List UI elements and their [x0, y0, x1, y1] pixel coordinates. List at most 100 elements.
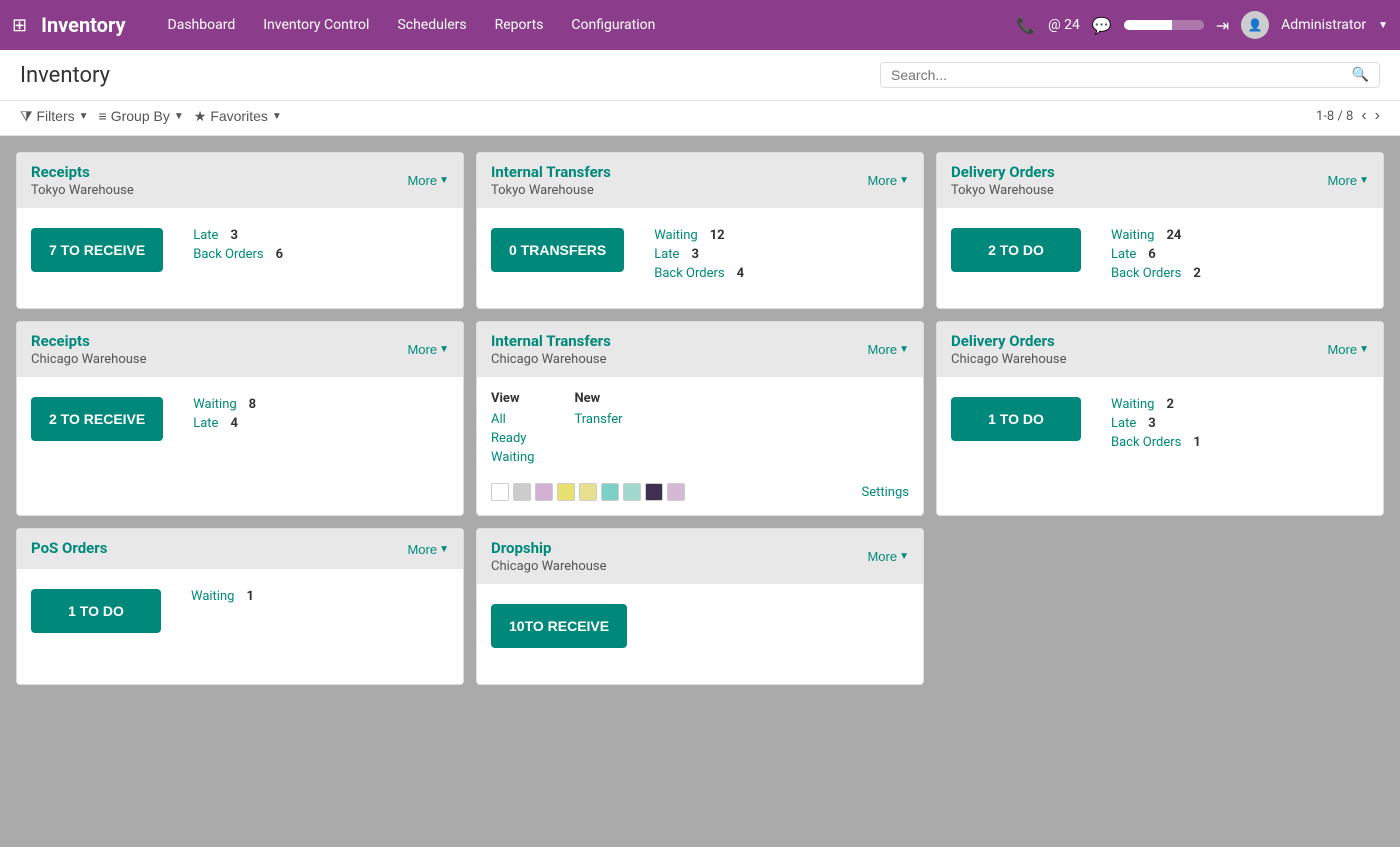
stat-value-late: 3 [1148, 416, 1155, 431]
swatch-5[interactable] [579, 483, 597, 501]
more-button-receipts-tokyo[interactable]: More ▼ [407, 173, 449, 188]
card-title: Delivery Orders [951, 163, 1055, 181]
dropdown-link-waiting[interactable]: Waiting [491, 450, 534, 465]
stat-label-late[interactable]: Late [1111, 247, 1136, 262]
card-header-internal-transfers-chicago: Internal Transfers Chicago Warehouse Mor… [477, 322, 923, 377]
action-btn-delivery-orders-chicago[interactable]: 1 TO DO [951, 397, 1081, 441]
card-title: Internal Transfers [491, 332, 611, 350]
dropdown-view-col: View All Ready Waiting [491, 391, 534, 469]
stat-row: Late 6 [1111, 247, 1201, 262]
stat-row: Back Orders 4 [654, 266, 744, 281]
stats-delivery-orders-tokyo: Waiting 24 Late 6 Back Orders 2 [1111, 228, 1201, 281]
stat-label-backorders[interactable]: Back Orders [654, 266, 724, 281]
stat-row: Back Orders 2 [1111, 266, 1201, 281]
stat-label-backorders[interactable]: Back Orders [193, 247, 263, 262]
more-button-internal-transfers-tokyo[interactable]: More ▼ [867, 173, 909, 188]
stat-value-waiting: 1 [246, 589, 253, 604]
action-btn-dropship-chicago[interactable]: 10TO RECEIVE [491, 604, 627, 648]
stat-label-late[interactable]: Late [1111, 416, 1136, 431]
stat-label-late[interactable]: Late [193, 228, 218, 243]
stat-value-waiting: 12 [710, 228, 725, 243]
card-title: Receipts [31, 163, 134, 181]
nav-reports[interactable]: Reports [483, 9, 556, 41]
nav-dashboard[interactable]: Dashboard [156, 9, 248, 41]
nav-inventory-control[interactable]: Inventory Control [251, 9, 381, 41]
stat-row: Waiting 2 [1111, 397, 1201, 412]
action-btn-pos-orders[interactable]: 1 TO DO [31, 589, 161, 633]
admin-caret[interactable]: ▼ [1378, 20, 1388, 31]
more-button-internal-transfers-chicago[interactable]: More ▼ [867, 342, 909, 357]
swatch-4[interactable] [557, 483, 575, 501]
pagination-prev[interactable]: ‹ [1361, 107, 1366, 125]
swatch-7[interactable] [623, 483, 641, 501]
pagination-label: 1-8 / 8 [1316, 109, 1353, 124]
stat-label-waiting[interactable]: Waiting [654, 228, 697, 243]
favorites-button[interactable]: ★ Favorites ▼ [194, 108, 282, 125]
groupby-caret: ▼ [174, 111, 184, 122]
action-btn-internal-transfers-tokyo[interactable]: 0 TRANSFERS [491, 228, 624, 272]
swatch-6[interactable] [601, 483, 619, 501]
more-button-pos-orders[interactable]: More ▼ [407, 542, 449, 557]
card-body-pos-orders: 1 TO DO Waiting 1 [17, 569, 463, 669]
stat-label-waiting[interactable]: Waiting [193, 397, 236, 412]
stat-row: Waiting 24 [1111, 228, 1201, 243]
dropdown-link-ready[interactable]: Ready [491, 431, 534, 446]
stats-internal-transfers-tokyo: Waiting 12 Late 3 Back Orders 4 [654, 228, 744, 281]
phone-icon[interactable]: 📞 [1016, 16, 1036, 35]
dropdown-link-all[interactable]: All [491, 412, 534, 427]
stat-row: Waiting 12 [654, 228, 744, 243]
stat-label-late[interactable]: Late [654, 247, 679, 262]
dropdown-footer: Settings [491, 483, 909, 501]
more-button-delivery-orders-chicago[interactable]: More ▼ [1327, 342, 1369, 357]
grid-icon[interactable]: ⊞ [12, 15, 27, 36]
dropdown-link-transfer[interactable]: Transfer [574, 412, 622, 427]
stat-label-waiting[interactable]: Waiting [1111, 228, 1154, 243]
stat-label-waiting[interactable]: Waiting [1111, 397, 1154, 412]
progress-fill [1124, 20, 1172, 30]
swatch-8[interactable] [645, 483, 663, 501]
card-receipts-chicago: Receipts Chicago Warehouse More ▼ 2 TO R… [16, 321, 464, 516]
login-icon[interactable]: ⇥ [1216, 16, 1229, 35]
more-button-delivery-orders-tokyo[interactable]: More ▼ [1327, 173, 1369, 188]
dropdown-view-header: View [491, 391, 534, 406]
filters-button[interactable]: ⧩ Filters ▼ [20, 108, 89, 125]
star-icon: ★ [194, 108, 207, 125]
card-title: Receipts [31, 332, 147, 350]
stat-label-backorders[interactable]: Back Orders [1111, 435, 1181, 450]
stat-row: Late 3 [1111, 416, 1201, 431]
stats-pos-orders: Waiting 1 [191, 589, 254, 604]
action-btn-delivery-orders-tokyo[interactable]: 2 TO DO [951, 228, 1081, 272]
dropdown-new-col: New Transfer [574, 391, 622, 469]
search-icon[interactable]: 🔍 [1352, 67, 1369, 83]
search-input[interactable] [891, 67, 1352, 83]
settings-link[interactable]: Settings [862, 485, 909, 500]
brand-label: Inventory [41, 13, 125, 37]
action-btn-receipts-chicago[interactable]: 2 TO RECEIVE [31, 397, 163, 441]
stat-row: Back Orders 1 [1111, 435, 1201, 450]
groupby-button[interactable]: ≡ Group By ▼ [99, 108, 184, 124]
filters-bar: ⧩ Filters ▼ ≡ Group By ▼ ★ Favorites ▼ 1… [0, 101, 1400, 136]
admin-dropdown[interactable]: Administrator [1281, 17, 1366, 33]
color-swatches [491, 483, 685, 501]
swatch-3[interactable] [535, 483, 553, 501]
stat-label-late[interactable]: Late [193, 416, 218, 431]
chat-icon[interactable]: 💬 [1092, 16, 1112, 35]
card-internal-transfers-tokyo: Internal Transfers Tokyo Warehouse More … [476, 152, 924, 309]
card-subtitle: Chicago Warehouse [951, 352, 1067, 367]
nav-configuration[interactable]: Configuration [559, 9, 667, 41]
more-button-receipts-chicago[interactable]: More ▼ [407, 342, 449, 357]
card-header-receipts-tokyo: Receipts Tokyo Warehouse More ▼ [17, 153, 463, 208]
swatch-1[interactable] [491, 483, 509, 501]
swatch-9[interactable] [667, 483, 685, 501]
groupby-icon: ≡ [99, 108, 107, 124]
more-button-dropship-chicago[interactable]: More ▼ [867, 549, 909, 564]
card-body-receipts-chicago: 2 TO RECEIVE Waiting 8 Late 4 [17, 377, 463, 477]
stat-label-backorders[interactable]: Back Orders [1111, 266, 1181, 281]
action-btn-receipts-tokyo[interactable]: 7 TO RECEIVE [31, 228, 163, 272]
at-badge[interactable]: @ 24 [1048, 17, 1080, 33]
pagination-next[interactable]: › [1375, 107, 1380, 125]
page-header: Inventory 🔍 [0, 50, 1400, 101]
stat-label-waiting[interactable]: Waiting [191, 589, 234, 604]
nav-schedulers[interactable]: Schedulers [385, 9, 478, 41]
swatch-2[interactable] [513, 483, 531, 501]
